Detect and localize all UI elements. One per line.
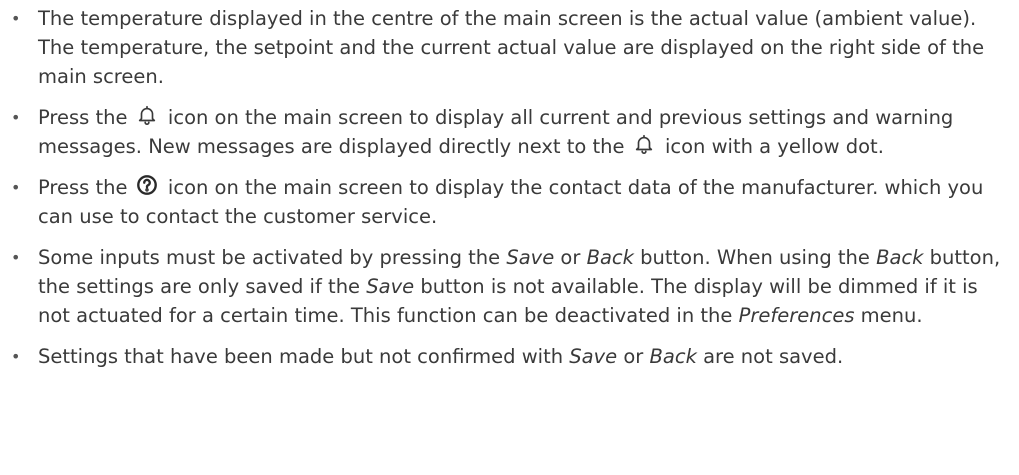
bullet-list: • The temperature displayed in the centr… — [0, 4, 1019, 371]
paragraph-text: Press the — [38, 106, 134, 129]
back-term: Back — [586, 246, 634, 269]
paragraph-text: The temperature displayed in the centre … — [38, 7, 985, 88]
list-item-save-back: • Some inputs must be activated by press… — [0, 243, 1019, 330]
paragraph-text: icon with a yellow dot. — [658, 135, 884, 158]
back-term: Back — [876, 246, 924, 269]
bullet-marker: • — [11, 108, 21, 127]
preferences-term: Preferences — [738, 304, 855, 327]
paragraph-text: menu. — [854, 304, 923, 327]
back-term: Back — [649, 345, 697, 368]
paragraph-text: are not saved. — [696, 345, 844, 368]
bullet-marker: • — [11, 248, 21, 267]
paragraph-text: button. When using the — [633, 246, 877, 269]
document-page: • The temperature displayed in the centr… — [0, 0, 1019, 475]
list-item-help-contact: • Press the icon on the main screen to d… — [0, 173, 1019, 231]
save-term: Save — [569, 345, 618, 368]
bullet-marker: • — [11, 9, 21, 28]
bell-icon — [633, 133, 655, 155]
bullet-marker: • — [11, 178, 21, 197]
help-icon — [136, 174, 158, 196]
list-item-temperature: • The temperature displayed in the centr… — [0, 4, 1019, 91]
paragraph-text: Press the — [38, 176, 134, 199]
bullet-marker: • — [11, 347, 21, 366]
paragraph-text: Some inputs must be activated by pressin… — [38, 246, 507, 269]
list-item-unsaved-settings: • Settings that have been made but not c… — [0, 342, 1019, 371]
paragraph-text: icon on the main screen to display the c… — [38, 176, 984, 228]
list-item-bell-messages: • Press the icon on the main screen to d… — [0, 103, 1019, 161]
bell-icon — [136, 104, 158, 126]
paragraph-text: Settings that have been made but not con… — [38, 345, 570, 368]
save-term: Save — [366, 275, 415, 298]
paragraph-text: or — [554, 246, 587, 269]
save-term: Save — [506, 246, 555, 269]
paragraph-text: or — [617, 345, 650, 368]
